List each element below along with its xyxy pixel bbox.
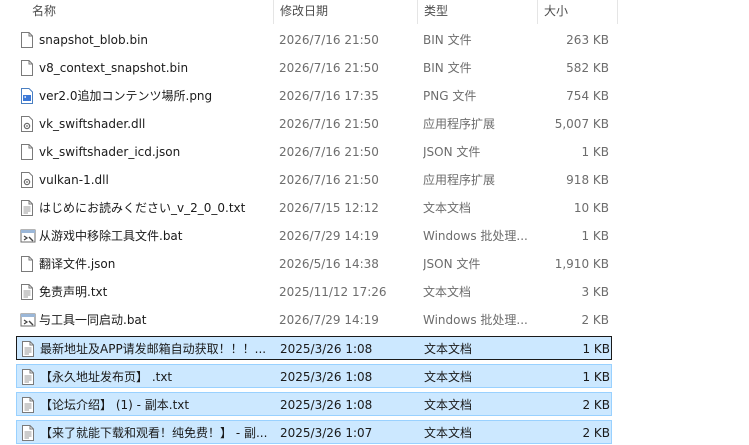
- dll-file-icon: [20, 116, 34, 132]
- file-type: 文本文档: [424, 342, 473, 356]
- file-name: 【来了就能下载和观看！纯免费！】 - 副...: [40, 426, 268, 440]
- file-size: 1 KB: [581, 145, 609, 159]
- blank-file-icon: [20, 256, 34, 272]
- file-modified-date: 2026/7/16 21:50: [279, 61, 379, 75]
- file-size: 754 KB: [566, 89, 609, 103]
- text-file-icon: [21, 341, 35, 357]
- file-modified-date: 2026/7/16 21:50: [279, 173, 379, 187]
- column-divider[interactable]: [617, 0, 618, 24]
- file-modified-date: 2025/3/26 1:07: [280, 426, 373, 440]
- file-size: 2 KB: [582, 426, 610, 440]
- file-size: 1 KB: [582, 370, 610, 384]
- column-header-type[interactable]: 类型: [419, 0, 537, 22]
- file-type: PNG 文件: [423, 89, 477, 103]
- column-header-date[interactable]: 修改日期: [275, 0, 417, 22]
- column-divider[interactable]: [537, 0, 538, 24]
- column-divider[interactable]: [417, 0, 418, 24]
- file-name: 翻译文件.json: [39, 257, 116, 271]
- column-header-bar: 名称 修改日期 类型 大小: [0, 0, 749, 24]
- file-type: Windows 批处理...: [423, 313, 528, 327]
- file-row[interactable]: 【论坛介绍】 (1) - 副本.txt 2025/3/26 1:08 文本文档 2 K…: [16, 392, 612, 416]
- file-name: 与工具一同启动.bat: [39, 313, 147, 327]
- file-name: 从游戏中移除工具文件.bat: [39, 229, 183, 243]
- blank-file-icon: [20, 32, 34, 48]
- file-row[interactable]: v8_context_snapshot.bin 2026/7/16 21:50 BI…: [16, 56, 612, 80]
- file-type: Windows 批处理...: [423, 229, 528, 243]
- file-size: 1,910 KB: [554, 257, 609, 271]
- file-size: 582 KB: [566, 61, 609, 75]
- file-type: 文本文档: [423, 285, 472, 299]
- file-modified-date: 2026/7/16 21:50: [279, 145, 379, 159]
- column-divider[interactable]: [273, 0, 274, 24]
- file-size: 2 KB: [581, 313, 609, 327]
- file-modified-date: 2026/7/29 14:19: [279, 313, 379, 327]
- file-name: vulkan-1.dll: [39, 173, 109, 187]
- file-name: 免责声明.txt: [39, 285, 108, 299]
- file-name: v8_context_snapshot.bin: [39, 61, 189, 75]
- file-row[interactable]: 免责声明.txt 2025/11/12 17:26 文本文档 3 KB: [16, 280, 612, 304]
- file-modified-date: 2026/7/29 14:19: [279, 229, 379, 243]
- file-type: 应用程序扩展: [423, 117, 496, 131]
- file-row[interactable]: vk_swiftshader_icd.json 2026/7/16 21:50 JS…: [16, 140, 612, 164]
- column-header-size[interactable]: 大小: [539, 0, 617, 22]
- file-row[interactable]: はじめにお読みください_v_2_0_0.txt 2026/7/15 12:12 文本…: [16, 196, 612, 220]
- image-file-icon: [20, 88, 34, 104]
- file-modified-date: 2026/5/16 14:38: [279, 257, 379, 271]
- file-size: 1 KB: [582, 342, 610, 356]
- file-size: 5,007 KB: [554, 117, 609, 131]
- file-size: 263 KB: [566, 33, 609, 47]
- file-size: 3 KB: [581, 285, 609, 299]
- file-size: 2 KB: [582, 398, 610, 412]
- file-row[interactable]: snapshot_blob.bin 2026/7/16 21:50 BIN 文件 26…: [16, 28, 612, 52]
- text-file-icon: [21, 369, 35, 385]
- file-type: 应用程序扩展: [423, 173, 496, 187]
- file-row[interactable]: 翻译文件.json 2026/5/16 14:38 JSON 文件 1,910 KB: [16, 252, 612, 276]
- file-type: BIN 文件: [423, 33, 472, 47]
- file-name: vk_swiftshader.dll: [39, 117, 146, 131]
- file-name: ver2.0追加コンテンツ場所.png: [39, 89, 213, 103]
- file-modified-date: 2026/7/16 17:35: [279, 89, 379, 103]
- file-row[interactable]: vulkan-1.dll 2026/7/16 21:50 应用程序扩展 918 KB: [16, 168, 612, 192]
- file-row[interactable]: ver2.0追加コンテンツ場所.png 2026/7/16 17:35 PNG 文件…: [16, 84, 612, 108]
- file-type: BIN 文件: [423, 61, 472, 75]
- file-modified-date: 2025/11/12 17:26: [279, 285, 387, 299]
- file-modified-date: 2026/7/16 21:50: [279, 117, 379, 131]
- file-row[interactable]: 【来了就能下载和观看！纯免费！】 - 副... 2025/3/26 1:07 文本文…: [16, 420, 612, 444]
- batch-file-icon: [20, 228, 36, 244]
- file-name: 最新地址及APP请发邮箱自动获取！！！...: [40, 342, 267, 356]
- blank-file-icon: [20, 144, 34, 160]
- file-type: 文本文档: [424, 426, 473, 440]
- text-file-icon: [20, 284, 34, 300]
- file-modified-date: 2025/3/26 1:08: [280, 342, 373, 356]
- file-row[interactable]: 与工具一同启动.bat 2026/7/29 14:19 Windows 批处理...…: [16, 308, 612, 332]
- file-name: snapshot_blob.bin: [39, 33, 149, 47]
- file-row[interactable]: vk_swiftshader.dll 2026/7/16 21:50 应用程序扩展 5…: [16, 112, 612, 136]
- file-type: 文本文档: [424, 398, 473, 412]
- file-row[interactable]: 从游戏中移除工具文件.bat 2026/7/29 14:19 Windows 批处理…: [16, 224, 612, 248]
- blank-file-icon: [20, 60, 34, 76]
- column-header-name[interactable]: 名称: [27, 0, 272, 22]
- file-name: はじめにお読みください_v_2_0_0.txt: [39, 201, 246, 215]
- file-type: 文本文档: [423, 201, 472, 215]
- file-modified-date: 2025/3/26 1:08: [280, 398, 373, 412]
- file-size: 918 KB: [566, 173, 609, 187]
- batch-file-icon: [20, 312, 36, 328]
- text-file-icon: [21, 397, 35, 413]
- file-modified-date: 2026/7/15 12:12: [279, 201, 379, 215]
- file-modified-date: 2025/3/26 1:08: [280, 370, 373, 384]
- file-type: 文本文档: [424, 370, 473, 384]
- file-row[interactable]: 最新地址及APP请发邮箱自动获取！！！... 2025/3/26 1:08 文本文档…: [16, 336, 612, 360]
- file-modified-date: 2026/7/16 21:50: [279, 33, 379, 47]
- text-file-icon: [20, 200, 34, 216]
- file-size: 10 KB: [573, 201, 609, 215]
- file-type: JSON 文件: [423, 145, 481, 159]
- file-row[interactable]: 【永久地址发布页】 .txt 2025/3/26 1:08 文本文档 1 KB: [16, 364, 612, 388]
- file-name: vk_swiftshader_icd.json: [39, 145, 181, 159]
- file-name: 【论坛介绍】 (1) - 副本.txt: [40, 398, 190, 412]
- file-size: 1 KB: [581, 229, 609, 243]
- file-name: 【永久地址发布页】 .txt: [40, 370, 173, 384]
- dll-file-icon: [20, 172, 34, 188]
- file-type: JSON 文件: [423, 257, 481, 271]
